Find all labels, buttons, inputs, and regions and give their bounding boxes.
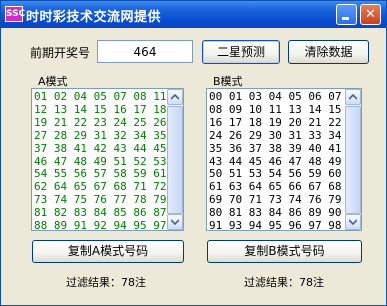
mode-a-numbers: 01 02 04 05 07 08 11 12 13 14 15 16 17 18… (34, 90, 167, 231)
predict-button[interactable]: 二星预测 (202, 40, 280, 64)
mode-a-listbox[interactable]: 01 02 04 05 07 08 11 12 13 14 15 16 17 18… (31, 88, 184, 231)
number-row: 88 89 91 92 94 95 97 (34, 219, 167, 231)
number-row: 12 13 14 15 16 17 18 (34, 102, 167, 116)
mode-b-listbox[interactable]: 00 01 03 04 05 06 07 08 09 10 11 13 14 15… (206, 88, 362, 231)
scroll-down-button[interactable] (167, 214, 183, 230)
scroll-up-button[interactable] (167, 89, 183, 105)
mode-b-result: 过滤结果：78注 (244, 276, 324, 289)
minimize-button[interactable] (336, 4, 357, 25)
number-row: 91 93 94 95 96 97 98 (209, 219, 342, 231)
number-row: 37 38 41 42 43 44 45 (34, 141, 167, 155)
chevron-up-icon (349, 94, 357, 100)
last-draw-label: 前期开奖号 (30, 46, 91, 60)
scroll-up-button[interactable] (345, 89, 361, 105)
copy-mode-a-button[interactable]: 复制A模式号码 (32, 240, 184, 263)
mode-a-label: A模式 (38, 75, 68, 88)
number-row: 16 17 18 19 20 21 22 (209, 115, 342, 129)
mode-b-scrollbar[interactable] (345, 89, 361, 230)
scroll-thumb[interactable] (345, 106, 361, 214)
mode-a-scrollbar[interactable] (167, 89, 183, 230)
clear-data-button[interactable]: 清除数据 (288, 40, 369, 64)
number-row: 08 09 10 11 13 14 15 (209, 102, 342, 116)
last-draw-input[interactable] (97, 40, 193, 63)
number-row: 00 01 03 04 05 06 07 (209, 90, 342, 103)
scroll-down-button[interactable] (345, 214, 361, 230)
app-window: SSC 时时彩技术交流网提供 ✕ 前期开奖号 二星预测 清除数据 A模式 01 … (0, 0, 387, 306)
title-bar[interactable]: SSC 时时彩技术交流网提供 ✕ (1, 1, 386, 28)
close-icon: ✕ (365, 7, 376, 22)
chevron-up-icon (171, 94, 179, 100)
number-row: 01 02 04 05 07 08 11 (34, 90, 167, 103)
number-row: 24 26 29 30 31 33 34 (209, 128, 342, 142)
mode-a-result: 过滤结果：78注 (66, 276, 146, 289)
close-button[interactable]: ✕ (360, 4, 381, 25)
chevron-down-icon (349, 219, 357, 225)
number-row: 35 36 37 38 39 40 41 (209, 141, 342, 155)
mode-b-label: B模式 (213, 75, 243, 88)
mode-b-numbers: 00 01 03 04 05 06 07 08 09 10 11 13 14 15… (209, 90, 342, 231)
window-title: 时时彩技术交流网提供 (26, 10, 162, 25)
app-icon: SSC (5, 6, 25, 22)
chevron-down-icon (171, 219, 179, 225)
number-row: 19 21 22 23 24 25 26 (34, 115, 167, 129)
scroll-thumb[interactable] (167, 106, 183, 214)
number-row: 27 28 29 31 32 34 35 (34, 128, 167, 142)
copy-mode-b-button[interactable]: 复制B模式号码 (207, 240, 362, 263)
